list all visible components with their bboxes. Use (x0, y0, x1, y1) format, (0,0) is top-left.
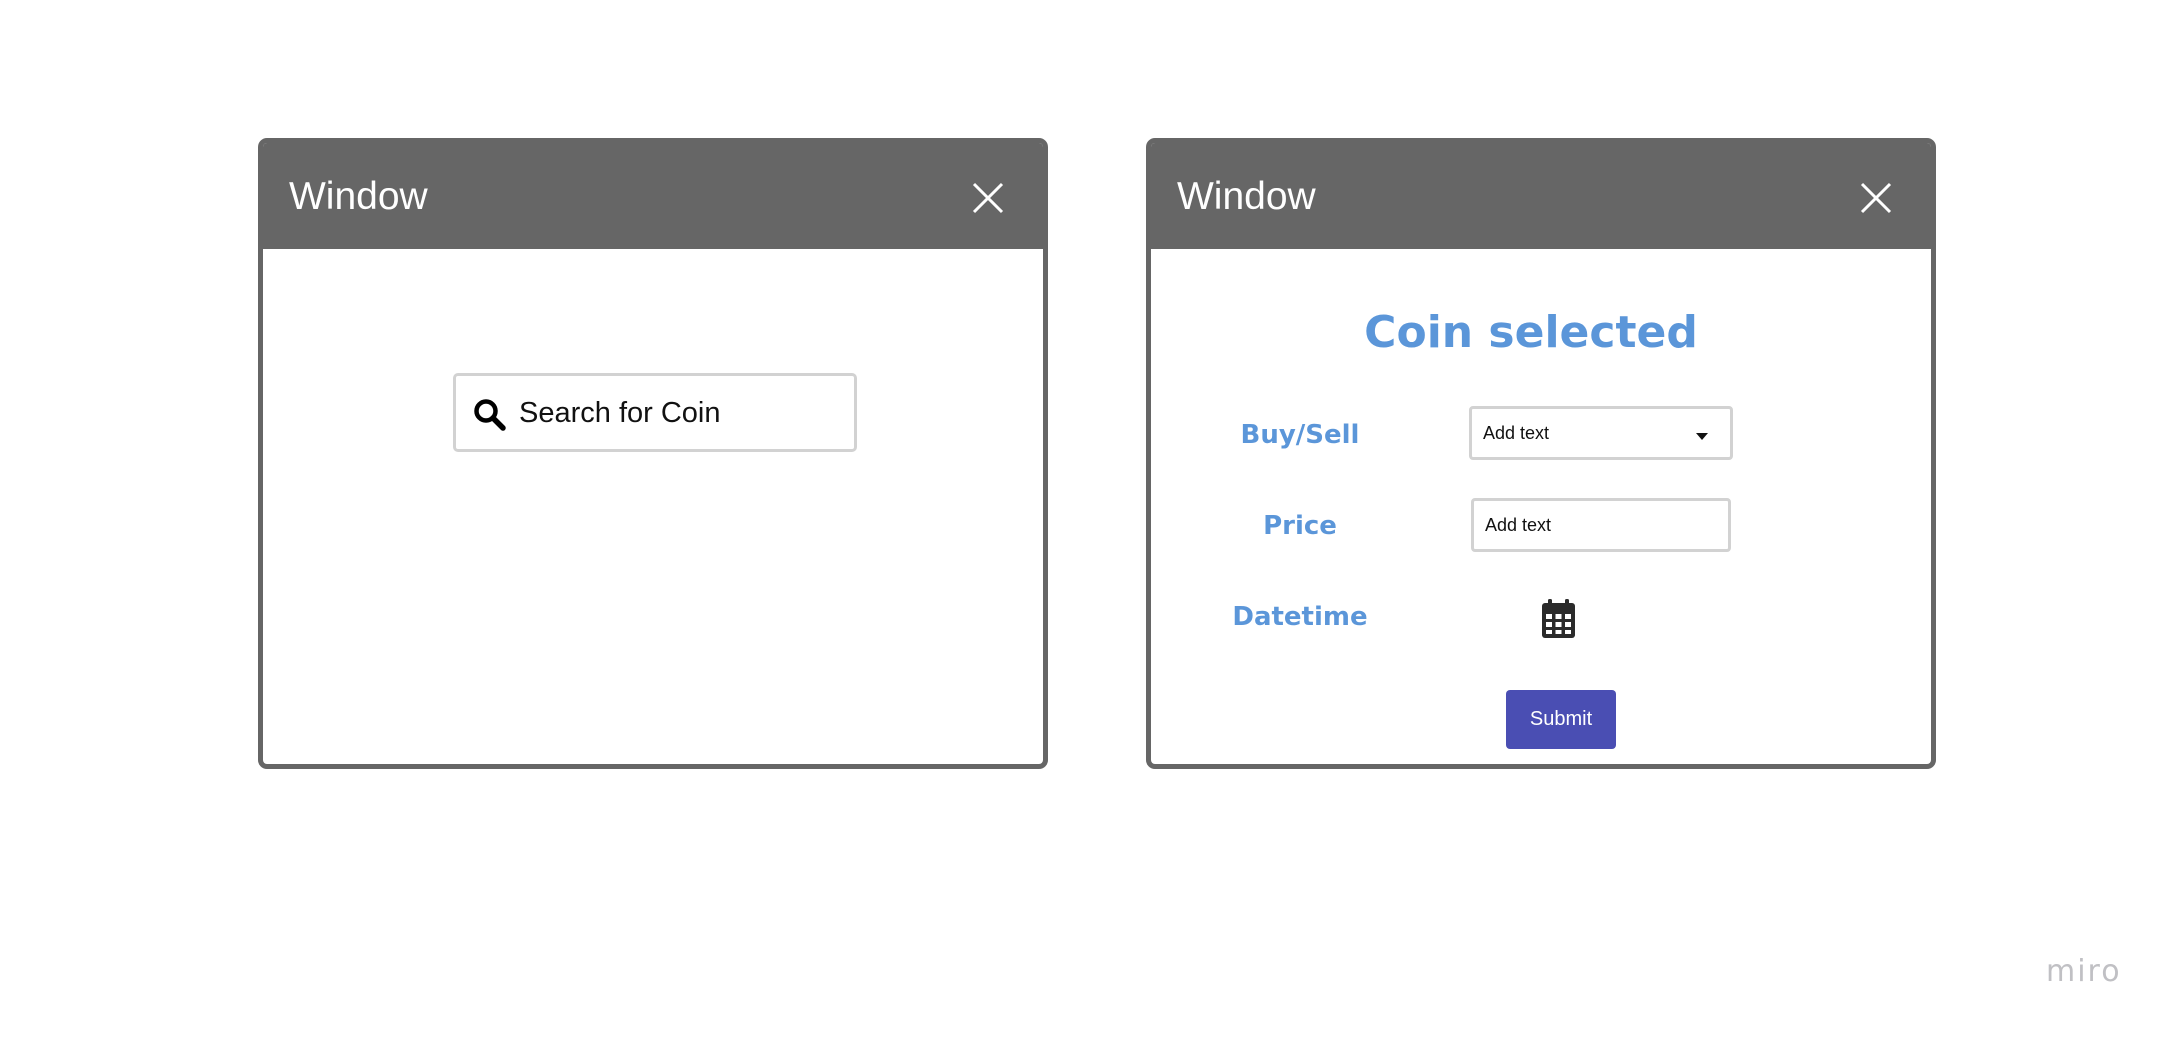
price-input[interactable]: Add text (1471, 498, 1731, 552)
window-titlebar: Window (1151, 143, 1931, 249)
chevron-down-icon (1696, 433, 1708, 440)
datetime-label: Datetime (1232, 602, 1368, 632)
buy-sell-value: Add text (1483, 423, 1550, 443)
miro-logo: miro (2046, 954, 2122, 989)
price-value: Add text (1485, 515, 1552, 535)
coin-form-window: Window Coin selected Buy/Sell Add text P… (1146, 138, 1936, 769)
submit-button[interactable]: Submit (1506, 690, 1616, 749)
close-icon[interactable] (971, 181, 1005, 215)
price-label: Price (1263, 511, 1337, 541)
search-placeholder: Search for Coin (519, 397, 721, 429)
window-titlebar: Window (263, 143, 1043, 249)
calendar-icon[interactable] (1541, 599, 1576, 639)
search-icon (473, 398, 507, 432)
window-title: Window (289, 175, 428, 218)
coin-selected-heading: Coin selected (1364, 307, 1698, 358)
search-window: Window Search for Coin (258, 138, 1048, 769)
coin-search-input[interactable]: Search for Coin (453, 373, 857, 452)
board-canvas: Window Search for Coin Window Coin selec… (0, 0, 2165, 1039)
buy-sell-dropdown[interactable]: Add text (1469, 406, 1733, 460)
window-title: Window (1177, 175, 1316, 218)
close-icon[interactable] (1859, 181, 1893, 215)
buy-sell-label: Buy/Sell (1240, 420, 1360, 450)
